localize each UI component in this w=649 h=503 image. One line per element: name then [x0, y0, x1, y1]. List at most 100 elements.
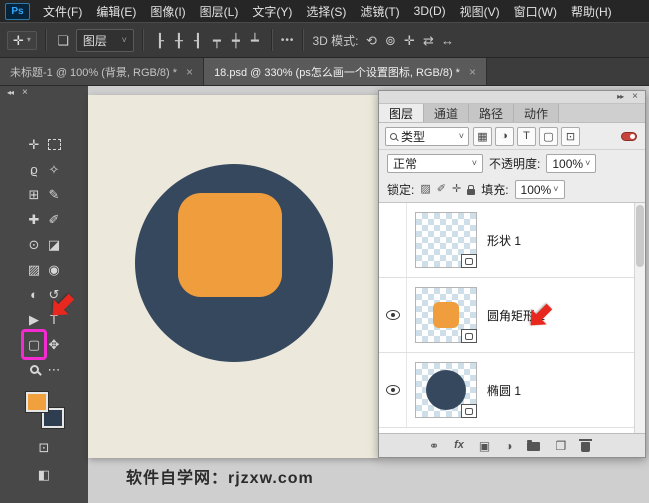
layer-visibility-toggle[interactable] [379, 278, 407, 352]
lock-all-icon[interactable] [467, 184, 476, 195]
eraser-tool[interactable]: ◪ [44, 232, 64, 257]
more-options-icon[interactable]: ••• [281, 35, 295, 46]
menubar-item[interactable]: 窗口(W) [507, 0, 564, 22]
layer-thumbnail[interactable] [415, 362, 477, 418]
move-tool-icon: ✛ [13, 32, 24, 48]
layer-name[interactable]: 椭圆 1 [487, 382, 521, 399]
align-horizontal-centers-icon[interactable]: ╂ [171, 34, 187, 47]
menubar-item[interactable]: 编辑(E) [89, 0, 143, 22]
crop-tool[interactable]: ⊞ [24, 182, 44, 207]
document-rounded-square-shape [178, 193, 282, 297]
layer-row[interactable]: 圆角矩形 1 [379, 278, 645, 353]
layer-visibility-toggle[interactable] [379, 353, 407, 427]
pixel-layer-filter-icon[interactable]: ▦ [473, 126, 492, 146]
align-bottom-edges-icon[interactable]: ┷ [247, 34, 263, 47]
roll-3d-icon[interactable]: ⊚ [382, 34, 398, 47]
panel-tab[interactable]: 路径 [469, 104, 515, 122]
menubar-item[interactable]: 文件(F) [36, 0, 89, 22]
shape-badge-glyph [465, 257, 473, 265]
layer-thumbnail[interactable] [415, 287, 477, 343]
layer-filter-toggle[interactable] [621, 131, 637, 141]
eye-icon [385, 310, 400, 320]
lasso-tool[interactable]: ϱ [24, 157, 44, 182]
screen-mode-icon[interactable]: ◧ [38, 465, 50, 483]
collapse-panel-icon[interactable]: ◂◂ [7, 88, 14, 97]
move-tool[interactable]: ✛ [24, 132, 44, 157]
slide-3d-icon[interactable]: ⇄ [420, 34, 436, 47]
align-right-edges-icon[interactable]: ┨ [190, 34, 206, 47]
align-top-edges-icon[interactable]: ┯ [209, 34, 225, 47]
document-tab[interactable]: 未标题-1 @ 100% (背景, RGB/8) * × [0, 58, 205, 85]
fill-dropdown[interactable]: 100% ˅ [514, 180, 565, 199]
menubar-item[interactable]: 选择(S) [299, 0, 353, 22]
current-tool-button[interactable]: ✛ ▾ [7, 30, 37, 50]
shape-layer-filter-icon[interactable]: ▢ [539, 126, 558, 146]
close-panel-icon[interactable]: × [632, 92, 638, 102]
lock-row: 锁定: ▨ ✐ ✛ 填充: 100% ˅ [379, 177, 645, 203]
eyedropper-tool[interactable]: ✎ [44, 182, 64, 207]
quick-selection-tool[interactable]: ✧ [44, 157, 64, 182]
foreground-color-swatch[interactable] [26, 392, 48, 412]
collapse-panel-icon[interactable]: ▸▸ [617, 93, 624, 101]
clone-stamp-tool[interactable]: ⊙ [24, 232, 44, 257]
menubar-item[interactable]: 图层(L) [193, 0, 246, 22]
blend-mode-dropdown[interactable]: 正常 ˅ [387, 154, 483, 173]
scrollbar-thumb[interactable] [636, 205, 644, 267]
panel-tab[interactable]: 通道 [424, 104, 470, 122]
lock-position-icon[interactable]: ✛ [452, 184, 461, 195]
new-group-icon[interactable] [527, 440, 541, 451]
blur-tool[interactable]: ◉ [44, 257, 64, 282]
orbit-3d-icon[interactable]: ⟲ [363, 34, 379, 47]
tab-close-icon[interactable]: × [469, 66, 476, 78]
layer-row[interactable]: 形状 1 [379, 203, 645, 278]
edit-toolbar-icon[interactable]: ⋯ [44, 357, 64, 382]
delete-layer-icon[interactable] [579, 439, 593, 452]
gradient-tool[interactable]: ▨ [24, 257, 44, 282]
align-left-edges-icon[interactable]: ┠ [152, 34, 168, 47]
link-layers-icon[interactable]: ⚭ [429, 440, 439, 452]
fill-label: 填充: [481, 183, 509, 197]
filter-type-dropdown[interactable]: 类型 ˅ [385, 126, 469, 146]
brush-tool[interactable]: ✐ [44, 207, 64, 232]
layer-thumbnail[interactable] [415, 212, 477, 268]
smart-object-filter-icon[interactable]: ⊡ [561, 126, 580, 146]
zoom-tool[interactable] [24, 357, 44, 382]
adjustment-layer-filter-icon[interactable]: ◑ [495, 126, 514, 146]
rounded-rectangle-tool[interactable]: ▢ [21, 329, 47, 360]
menubar-item[interactable]: 图像(I) [143, 0, 192, 22]
path-selection-tool[interactable]: ▶ [24, 307, 44, 332]
align-vertical-centers-icon[interactable]: ┿ [228, 34, 244, 47]
drag-3d-icon[interactable]: ✛ [401, 34, 417, 47]
lock-image-pixels-icon[interactable]: ✐ [437, 184, 446, 195]
new-layer-icon[interactable]: ❐ [555, 440, 566, 452]
menubar-item[interactable]: 帮助(H) [564, 0, 619, 22]
add-layer-mask-icon[interactable]: ▣ [479, 440, 490, 452]
menubar-item[interactable]: 视图(V) [453, 0, 507, 22]
canvas-document[interactable] [88, 95, 378, 458]
new-adjustment-layer-icon[interactable]: ◑ [505, 440, 512, 452]
menubar-item[interactable]: 文字(Y) [245, 0, 299, 22]
search-icon [390, 132, 397, 140]
quick-mask-icon[interactable]: ⊡ [39, 438, 50, 456]
layer-visibility-toggle[interactable] [379, 203, 407, 277]
document-tab[interactable]: 18.psd @ 330% (ps怎么画一个设置图标, RGB/8) * × [204, 58, 487, 85]
auto-select-target-dropdown[interactable]: 图层 ˅ [75, 28, 134, 52]
tab-close-icon[interactable]: × [186, 66, 193, 78]
panel-tab[interactable]: 动作 [514, 104, 560, 122]
menubar-item[interactable]: 3D(D) [407, 0, 453, 22]
shape-badge-glyph [465, 407, 473, 415]
opacity-dropdown[interactable]: 100% ˅ [546, 154, 597, 173]
scale-3d-icon[interactable]: ↔ [439, 34, 455, 47]
spot-healing-brush-tool[interactable]: ✚ [24, 207, 44, 232]
layer-name[interactable]: 形状 1 [487, 232, 521, 249]
hand-tool[interactable]: ✥ [44, 332, 64, 357]
close-panel-icon[interactable]: × [22, 87, 28, 98]
auto-select-icon[interactable]: ❏ [55, 34, 71, 47]
rectangular-marquee-tool[interactable] [44, 132, 64, 157]
menubar-item[interactable]: 滤镜(T) [353, 0, 406, 22]
layer-row[interactable]: 椭圆 1 [379, 353, 645, 428]
layer-style-icon[interactable]: fx [454, 440, 464, 451]
panel-tab[interactable]: 图层 [379, 104, 425, 122]
lock-transparent-pixels-icon[interactable]: ▨ [420, 184, 430, 195]
type-layer-filter-icon[interactable]: T [517, 126, 536, 146]
